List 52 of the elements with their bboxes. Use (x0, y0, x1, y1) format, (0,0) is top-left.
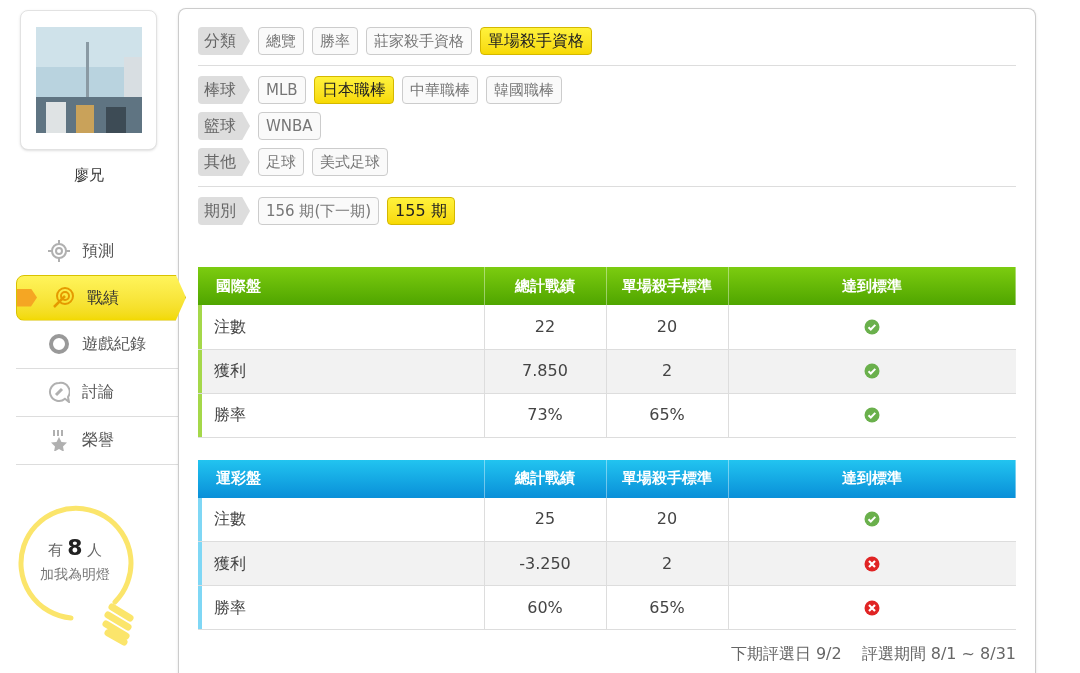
column-header: 單場殺手標準 (606, 459, 728, 498)
filter-chip[interactable]: 日本職棒 (313, 76, 394, 104)
filter-chip[interactable]: 韓國職棒 (485, 76, 562, 104)
table-cell: 20 (606, 497, 728, 542)
nav-item[interactable]: 預測 (16, 226, 178, 275)
table-cell: 60% (484, 585, 606, 630)
filter-chip[interactable]: 中華職棒 (401, 76, 478, 104)
table-cell: 注數 (198, 305, 484, 349)
filter-label: 期別 (198, 197, 250, 225)
table-cell: 2 (606, 349, 728, 393)
target-icon (51, 285, 75, 310)
fan-count: 有 8 人 (47, 533, 103, 562)
table-cell: 65% (606, 393, 728, 437)
column-header: 總計戰績 (484, 459, 606, 498)
filter-chip[interactable]: 莊家殺手資格 (366, 27, 472, 55)
next-date-text: 下期評選日 9/2 (730, 643, 842, 665)
table-cell: 65% (606, 585, 728, 630)
table-cell: 獲利 (198, 349, 484, 393)
period-text: 評選期間 8/1 ~ 8/31 (861, 643, 1016, 665)
table-cell: 勝率 (198, 393, 484, 437)
nav-item[interactable]: 戰績 (16, 274, 186, 321)
filter-chip[interactable]: WNBA (258, 112, 321, 140)
table-cell: 25 (484, 497, 606, 542)
column-header: 運彩盤 (198, 459, 484, 498)
filter-label: 其他 (198, 148, 250, 176)
filter-chip[interactable]: 156 期(下一期) (258, 197, 380, 225)
table-cell: 注數 (198, 497, 484, 542)
filter-chip[interactable]: 美式足球 (312, 148, 388, 176)
filter-chip[interactable]: 155 期 (387, 197, 455, 225)
filter-label: 棒球 (198, 76, 250, 104)
filter-chip[interactable]: 單場殺手資格 (480, 27, 592, 55)
user-name: 廖兄 (72, 165, 105, 186)
column-header: 達到標準 (728, 459, 1016, 498)
table-cell: 20 (606, 305, 728, 349)
table-cell: 2 (606, 541, 728, 586)
table-cell: -3.250 (484, 541, 606, 586)
filter-chip[interactable]: MLB (258, 76, 306, 104)
crosshair-icon (48, 239, 70, 262)
table-cell: 勝率 (198, 585, 484, 630)
table-cell: 22 (484, 305, 606, 349)
pointer-marker (17, 288, 37, 307)
filter-chip[interactable]: 總覽 (258, 27, 304, 55)
filter-chip[interactable]: 勝率 (312, 27, 358, 55)
filter-label: 籃球 (198, 112, 250, 140)
chat-icon (48, 381, 70, 403)
filter-label: 分類 (198, 27, 250, 55)
filter-chip[interactable]: 足球 (258, 148, 304, 176)
table-cell: 獲利 (198, 541, 484, 586)
table-cell: 7.850 (484, 349, 606, 393)
ring-icon (48, 333, 70, 355)
fan-caption: 加我為明燈 (40, 564, 110, 584)
table-cell: 73% (484, 393, 606, 437)
